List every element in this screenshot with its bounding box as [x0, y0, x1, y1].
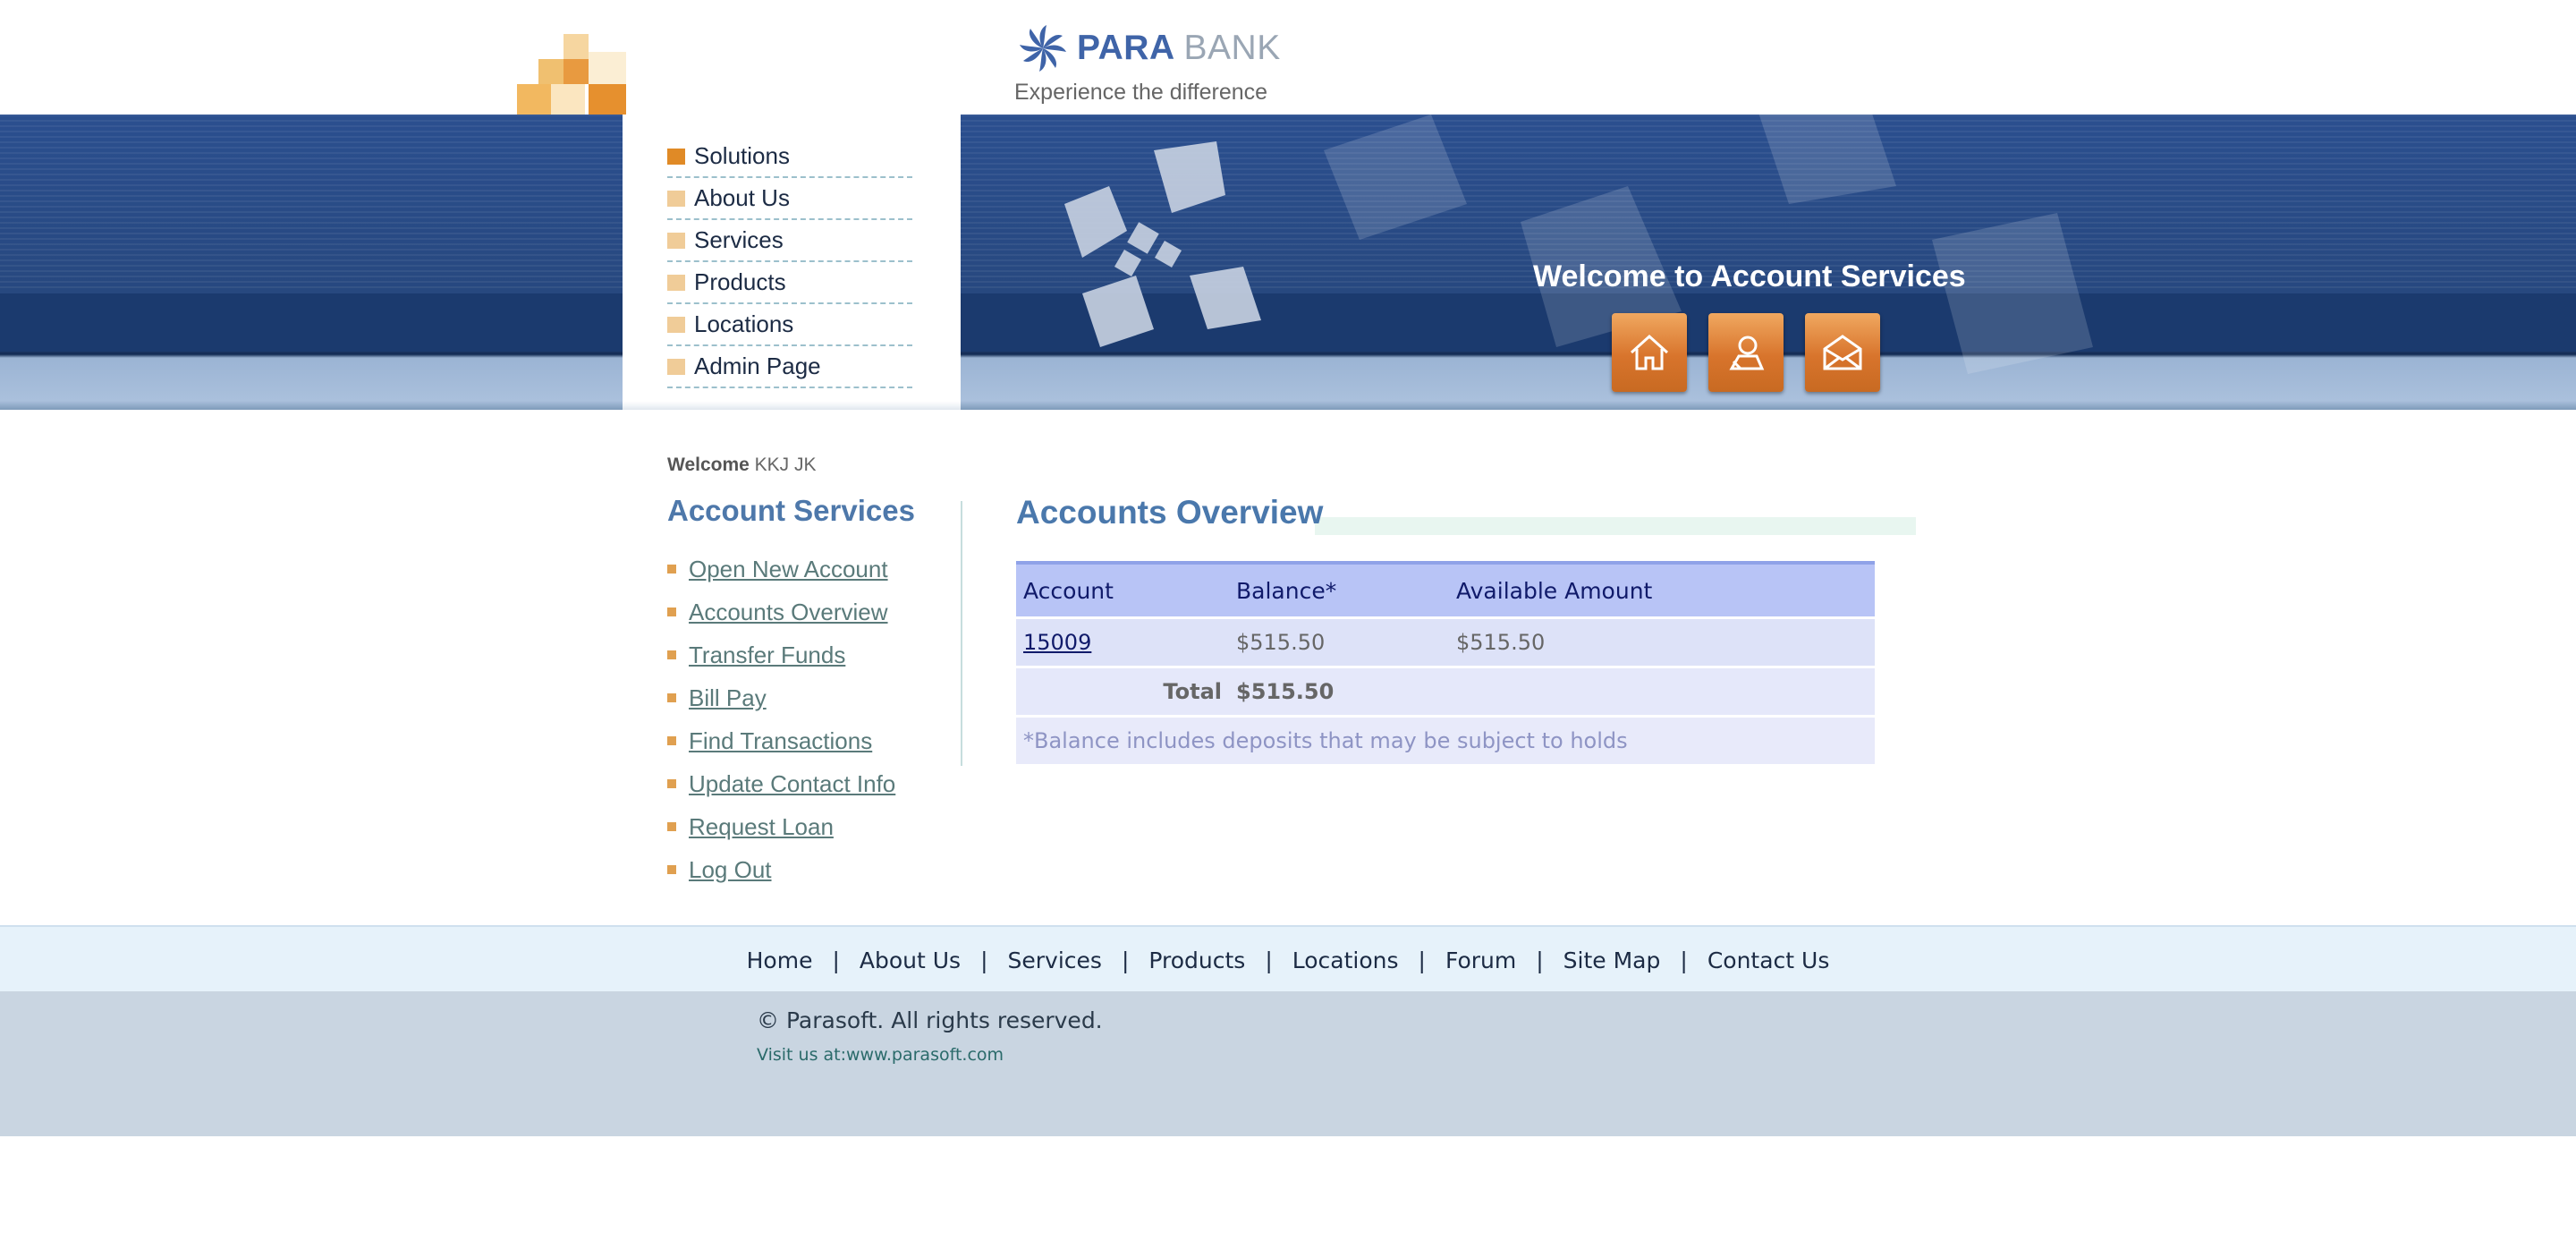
visit-link[interactable]: Visit us at:www.parasoft.com: [757, 1045, 1004, 1065]
top-menu: Solutions About Us Services Products Loc…: [667, 136, 912, 388]
footer-bottom: [0, 991, 2576, 1136]
banner-watermark-graphic: [1324, 115, 2093, 374]
account-menu-item: Transfer Funds: [667, 633, 895, 676]
footer-separator: |: [1265, 947, 1273, 973]
contact-icon: [1729, 336, 1765, 370]
bullet-icon: [667, 650, 676, 659]
open-new-account-link[interactable]: Open New Account: [689, 556, 888, 583]
header-banner: [0, 115, 2576, 410]
account-menu-item: Accounts Overview: [667, 591, 895, 633]
brand-name: PARA BANK: [1077, 29, 1281, 67]
accounts-table: Account Balance* Available Amount 15009 …: [1016, 561, 1875, 767]
footer-link-site-map[interactable]: Site Map: [1563, 947, 1661, 973]
balance-cell: $515.50: [1229, 617, 1449, 668]
footer-separator: |: [1121, 947, 1130, 973]
account-cell: 15009: [1016, 617, 1229, 668]
transfer-funds-link[interactable]: Transfer Funds: [689, 641, 845, 669]
parabank-logo[interactable]: PARA BANK: [1014, 20, 1281, 77]
bill-pay-link[interactable]: Bill Pay: [689, 684, 767, 712]
title-underline: [1315, 517, 1916, 535]
account-services-menu: Open New Account Accounts Overview Trans…: [667, 548, 895, 891]
footer-separator: |: [832, 947, 840, 973]
account-menu-item: Bill Pay: [667, 676, 895, 719]
request-loan-link[interactable]: Request Loan: [689, 813, 834, 841]
account-menu-item: Update Contact Info: [667, 762, 895, 805]
page-title: Accounts Overview: [1016, 494, 1324, 531]
banner-logo-graphic: [1064, 141, 1261, 347]
account-link[interactable]: 15009: [1023, 630, 1091, 655]
email-button[interactable]: [1805, 313, 1880, 392]
logo-squares: [517, 34, 626, 116]
total-row: Total $515.50: [1016, 667, 1875, 718]
top-menu-item-services[interactable]: Services: [667, 220, 912, 262]
bullet-icon: [667, 865, 676, 874]
account-menu-item: Log Out: [667, 848, 895, 891]
footer-separator: |: [1418, 947, 1426, 973]
email-icon: [1823, 335, 1862, 370]
footer-link-products[interactable]: Products: [1148, 947, 1245, 973]
column-header-account: Account: [1016, 561, 1229, 619]
footer-link-forum[interactable]: Forum: [1445, 947, 1516, 973]
column-header-available: Available Amount: [1449, 561, 1875, 619]
bullet-icon: [667, 148, 685, 165]
welcome-banner-text: Welcome to Account Services: [1533, 259, 1966, 293]
bullet-icon: [667, 608, 676, 616]
find-transactions-link[interactable]: Find Transactions: [689, 727, 872, 755]
column-header-balance: Balance*: [1229, 561, 1449, 619]
update-contact-info-link[interactable]: Update Contact Info: [689, 770, 895, 798]
total-value: $515.50: [1229, 667, 1449, 718]
contact-button[interactable]: [1708, 313, 1784, 392]
log-out-link[interactable]: Log Out: [689, 856, 772, 884]
top-menu-item-solutions[interactable]: Solutions: [667, 136, 912, 178]
left-divider: [961, 501, 962, 766]
available-cell: $515.50: [1449, 617, 1875, 668]
bullet-icon: [667, 779, 676, 788]
footer-link-locations[interactable]: Locations: [1292, 947, 1399, 973]
account-menu-item: Request Loan: [667, 805, 895, 848]
total-label: Total: [1016, 667, 1229, 718]
tagline: Experience the difference: [1014, 80, 1268, 105]
balance-note: *Balance includes deposits that may be s…: [1016, 716, 1875, 767]
note-row: *Balance includes deposits that may be s…: [1016, 716, 1875, 767]
footer-link-home[interactable]: Home: [747, 947, 813, 973]
pinwheel-logo-icon: [1020, 25, 1066, 72]
footer-nav: Home | About Us | Services | Products | …: [0, 925, 2576, 993]
footer-link-contact-us[interactable]: Contact Us: [1707, 947, 1830, 973]
bullet-icon: [667, 232, 685, 249]
footer-link-about-us[interactable]: About Us: [860, 947, 961, 973]
account-services-title: Account Services: [667, 494, 915, 527]
footer-separator: |: [1536, 947, 1544, 973]
table-header-row: Account Balance* Available Amount: [1016, 561, 1875, 619]
footer-separator: |: [980, 947, 988, 973]
bullet-icon: [667, 358, 685, 375]
bullet-icon: [667, 274, 685, 291]
bullet-icon: [667, 565, 676, 574]
bullet-icon: [667, 693, 676, 702]
copyright-text: © Parasoft. All rights reserved.: [757, 1007, 1103, 1033]
bullet-icon: [667, 822, 676, 831]
welcome-line: Welcome KKJ JK: [667, 455, 817, 475]
footer-link-services[interactable]: Services: [1008, 947, 1102, 973]
accounts-overview-link[interactable]: Accounts Overview: [689, 599, 888, 626]
footer-separator: |: [1680, 947, 1688, 973]
top-menu-item-locations[interactable]: Locations: [667, 304, 912, 346]
bullet-icon: [667, 316, 685, 333]
top-menu-item-admin-page[interactable]: Admin Page: [667, 346, 912, 388]
home-button[interactable]: [1612, 313, 1687, 392]
home-icon: [1630, 334, 1669, 370]
account-menu-item: Open New Account: [667, 548, 895, 591]
top-menu-item-products[interactable]: Products: [667, 262, 912, 304]
table-row: 15009 $515.50 $515.50: [1016, 617, 1875, 668]
bullet-icon: [667, 190, 685, 207]
account-menu-item: Find Transactions: [667, 719, 895, 762]
top-menu-item-about-us[interactable]: About Us: [667, 178, 912, 220]
bullet-icon: [667, 736, 676, 745]
